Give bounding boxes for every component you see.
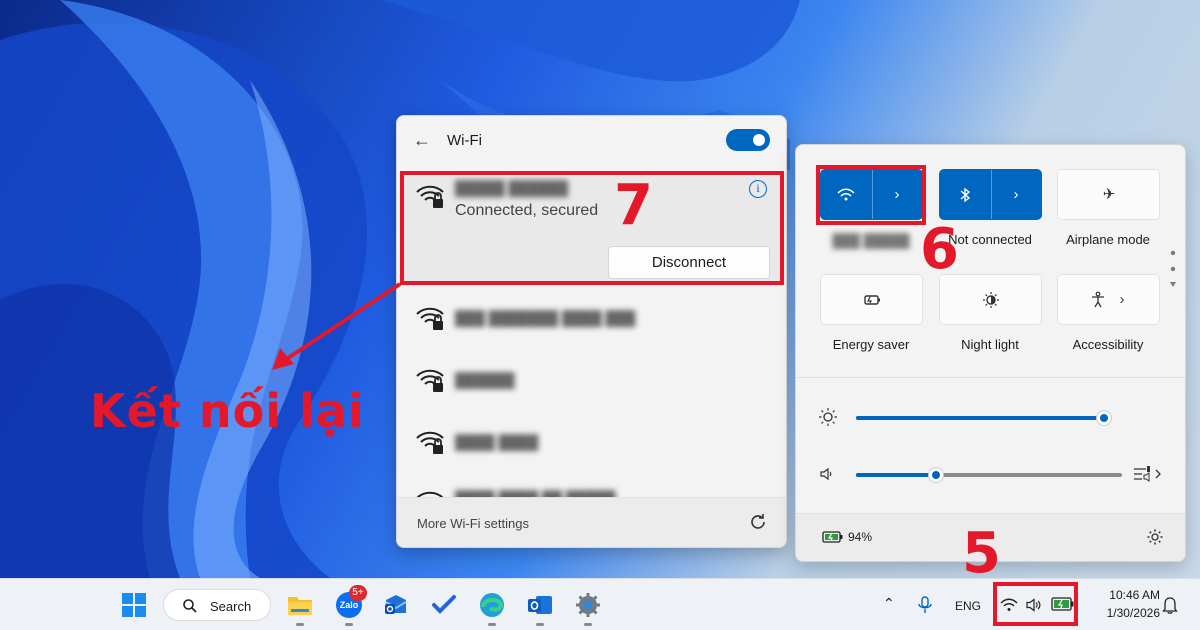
step-number-5: 5	[962, 521, 1001, 586]
more-wifi-settings-link[interactable]: More Wi-Fi settings	[417, 516, 529, 531]
wifi-network-name-hidden: ███ █████	[832, 233, 910, 248]
todo-icon[interactable]	[431, 592, 457, 618]
wifi-footer: More Wi-Fi settings	[397, 497, 786, 547]
bluetooth-tile[interactable]: ›	[939, 169, 1042, 220]
network-list-item[interactable]: ███ ███████ ████ ███	[397, 288, 786, 348]
network-name-hidden: ████ ████	[455, 434, 539, 450]
volume-icon[interactable]	[818, 465, 836, 483]
airplane-mode-label: Airplane mode	[1066, 232, 1150, 247]
show-hidden-icons-chevron-up-icon[interactable]: ⌃	[883, 595, 895, 612]
annotation-arrow	[272, 282, 402, 370]
step-number-7: 7	[614, 173, 653, 238]
energy-saver-tile[interactable]	[820, 274, 923, 325]
start-button-windows-icon[interactable]	[121, 592, 147, 618]
new-outlook-icon[interactable]	[383, 592, 409, 618]
bluetooth-icon	[955, 185, 975, 205]
tile-divider	[991, 170, 992, 219]
microphone-icon[interactable]	[918, 596, 932, 614]
page-indicator[interactable]	[1169, 249, 1177, 293]
accessibility-tile[interactable]: ›	[1057, 274, 1160, 325]
notification-badge: 5+	[349, 585, 367, 601]
divider	[796, 377, 1185, 378]
energy-saver-label: Energy saver	[832, 337, 910, 352]
file-explorer-icon[interactable]	[287, 592, 313, 618]
brightness-icon	[819, 408, 837, 426]
wifi-secured-icon	[416, 431, 444, 454]
volume-slider-fill	[856, 473, 936, 477]
wifi-title: Wi-Fi	[447, 132, 482, 149]
running-indicator	[296, 623, 304, 626]
night-light-label: Night light	[961, 337, 1019, 352]
network-list-item[interactable]: ██████	[397, 350, 786, 410]
running-indicator	[536, 623, 544, 626]
wifi-toggle[interactable]	[726, 129, 770, 151]
annotation-box-tray	[993, 582, 1078, 626]
accessibility-label: Accessibility	[1072, 337, 1144, 352]
back-arrow-icon[interactable]: ←	[413, 130, 431, 151]
search-label: Search	[210, 599, 252, 614]
wifi-secured-icon	[416, 369, 444, 392]
brightness-slider-thumb[interactable]	[1097, 411, 1111, 425]
reconnect-annotation-label: Kết nối lại	[90, 384, 365, 438]
battery-percent: 94%	[848, 530, 873, 544]
edge-browser-icon[interactable]	[479, 592, 505, 618]
volume-slider-thumb[interactable]	[929, 468, 943, 482]
wifi-header: ← Wi-Fi	[397, 116, 786, 166]
clock-time[interactable]: 10:46 AM	[1094, 588, 1160, 602]
brightness-slider-fill	[856, 416, 1104, 420]
running-indicator	[488, 623, 496, 626]
night-light-icon	[981, 290, 1001, 310]
airplane-mode-tile[interactable]: ✈	[1057, 169, 1160, 220]
search-icon	[183, 599, 197, 613]
network-name-hidden: ███ ███████ ████ ███	[455, 310, 636, 326]
outlook-icon[interactable]	[527, 592, 553, 618]
accessibility-icon	[1088, 290, 1108, 310]
audio-output-icon[interactable]	[1132, 463, 1162, 485]
network-list-item[interactable]: ████ ████	[397, 412, 786, 472]
clock-date[interactable]: 1/30/2026	[1090, 606, 1160, 620]
annotation-box-wifi-tile	[816, 165, 926, 225]
running-indicator	[584, 623, 592, 626]
battery-charging-icon[interactable]	[822, 530, 844, 544]
wifi-secured-icon	[416, 307, 444, 330]
chevron-right-icon[interactable]: ›	[1006, 185, 1026, 205]
network-name-hidden: ██████	[455, 372, 515, 388]
chevron-right-icon[interactable]: ›	[1112, 290, 1132, 310]
energy-saver-icon	[862, 290, 882, 310]
notification-bell-icon[interactable]	[1162, 596, 1178, 614]
settings-gear-icon[interactable]	[1146, 528, 1164, 546]
settings-app-icon[interactable]	[575, 592, 601, 618]
language-indicator[interactable]: ENG	[955, 599, 981, 613]
annotation-box-connected-network	[400, 171, 784, 285]
running-indicator	[345, 623, 353, 626]
step-number-6: 6	[920, 217, 959, 282]
taskbar-search[interactable]: Search	[163, 589, 271, 621]
airplane-icon: ✈	[1102, 186, 1116, 203]
refresh-icon[interactable]	[748, 512, 768, 532]
